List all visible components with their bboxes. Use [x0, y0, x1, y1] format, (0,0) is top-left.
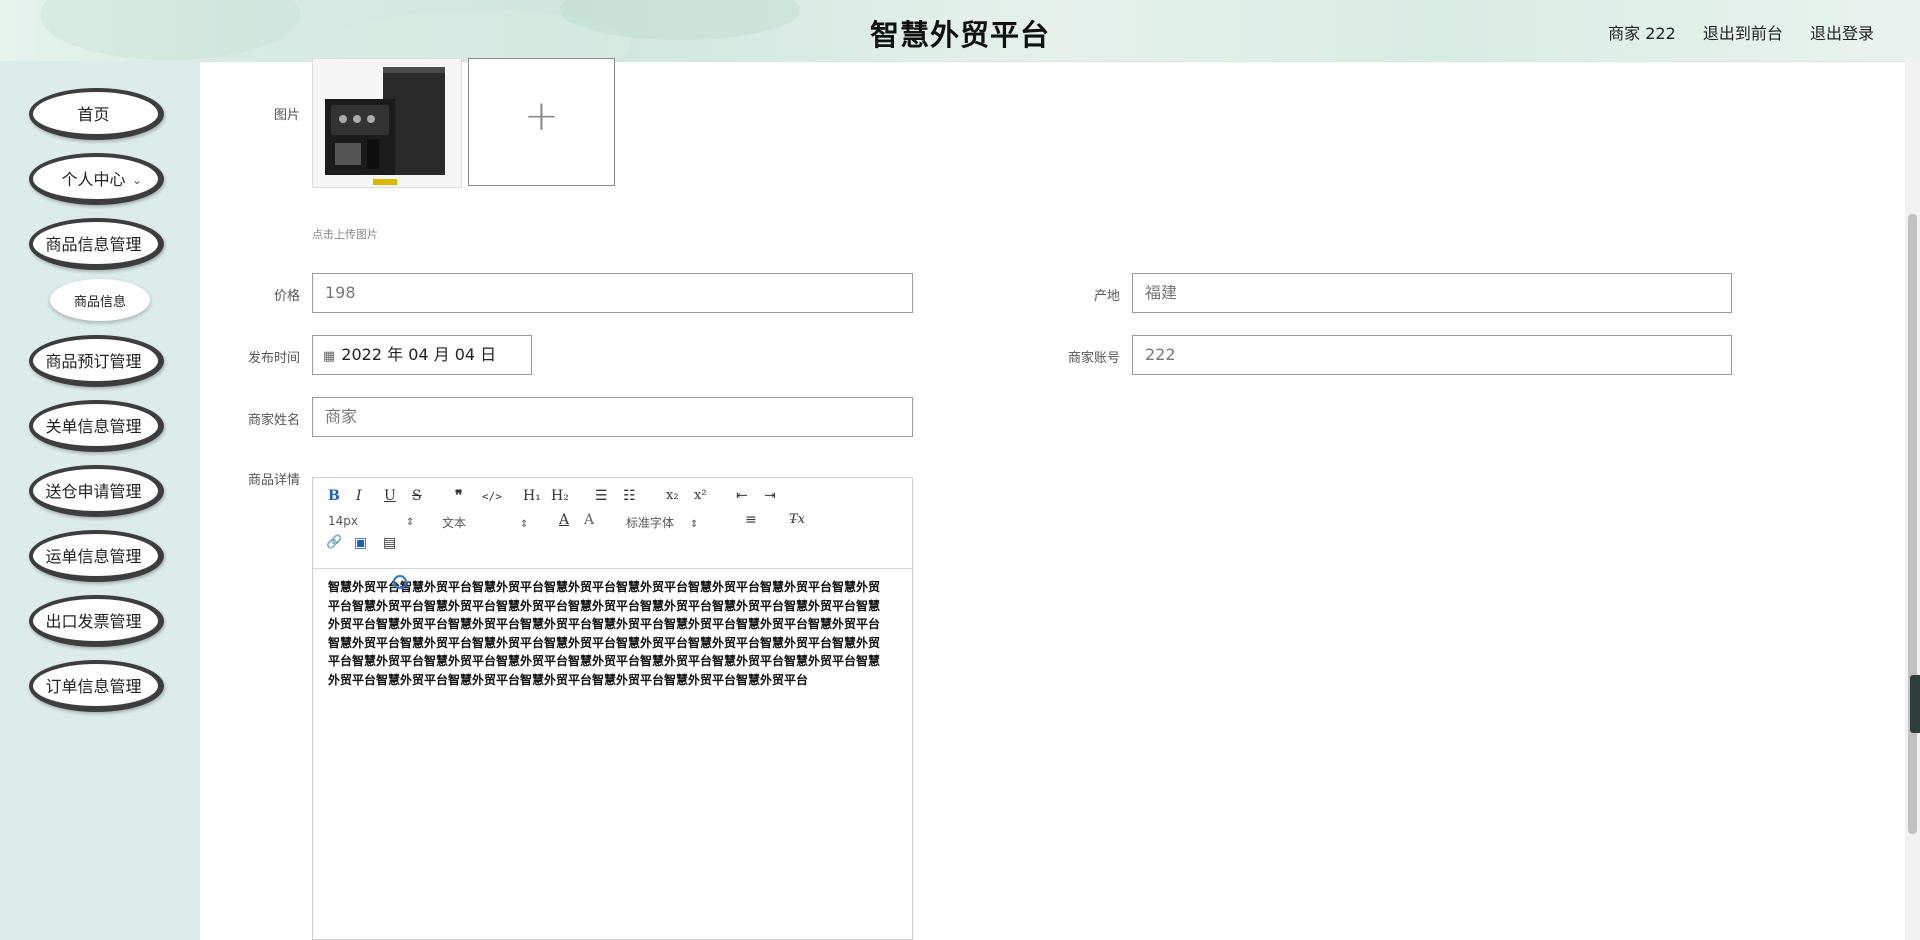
subscript-button[interactable]: x₂: [666, 488, 679, 503]
editor-content[interactable]: 智慧外贸平台智慧外贸平台智慧外贸平台智慧外贸平台智慧外贸平台智慧外贸平台智慧外贸…: [328, 578, 888, 689]
rich-text-editor: B I U S ❞ </> H₁ H₂ ☰ ☷ x₂ x² ⇤ ⇥ 14px ⇕ …: [312, 477, 913, 940]
sidebar-item-waybill-management[interactable]: 运单信息管理: [29, 530, 164, 582]
select-arrow-icon: ⇕: [520, 519, 529, 530]
superscript-button[interactable]: x²: [694, 488, 707, 503]
sidebar-item-personal-center[interactable]: 个人中心 ⌄: [29, 153, 164, 205]
image-insert-icon[interactable]: ▣: [354, 535, 367, 551]
sidebar-item-label: 送仓申请管理: [45, 482, 142, 501]
video-insert-icon[interactable]: ▤: [383, 535, 396, 551]
font-color-button[interactable]: A: [559, 512, 569, 528]
sidebar-item-label: 出口发票管理: [45, 612, 142, 631]
logout-link[interactable]: 退出登录: [1810, 24, 1874, 43]
image-label: 图片: [273, 108, 300, 123]
sidebar-item-home[interactable]: 首页: [29, 88, 164, 140]
product-image[interactable]: [312, 58, 462, 188]
header-user-area: 商家 222 退出到前台 退出登录: [1586, 20, 1874, 44]
sidebar: 首页 个人中心 ⌄ 商品信息管理 商品信息 商品预订管理 关单信息管理 送仓申请…: [0, 61, 200, 940]
page-scrollbar[interactable]: [1905, 61, 1920, 940]
sidebar-item-label: 关单信息管理: [45, 417, 142, 436]
align-button[interactable]: ≡: [745, 512, 757, 528]
price-input[interactable]: 198: [312, 273, 913, 313]
sidebar-item-label: 首页: [77, 105, 110, 124]
select-arrow-icon: ⇕: [690, 519, 699, 530]
price-label: 价格: [273, 289, 300, 304]
underline-button[interactable]: U: [384, 488, 396, 504]
sidebar-item-export-invoice-management[interactable]: 出口发票管理: [29, 595, 164, 647]
publish-time-label: 发布时间: [247, 351, 300, 366]
sidebar-item-product-booking-management[interactable]: 商品预订管理: [29, 335, 164, 387]
sidebar-item-label: 商品信息管理: [45, 235, 142, 254]
background-color-button[interactable]: A: [584, 512, 594, 528]
product-image-graphic: [313, 59, 461, 187]
blockquote-button[interactable]: ❞: [455, 488, 463, 504]
current-user: 商家 222: [1608, 24, 1676, 43]
clean-format-button[interactable]: T̶x: [789, 512, 805, 527]
code-block-button[interactable]: </>: [482, 490, 502, 503]
top-header: 智慧外贸平台 商家 222 退出到前台 退出登录: [0, 0, 1920, 62]
font-family-value: 标准字体: [626, 516, 675, 530]
header-select[interactable]: 文本 ⇕: [442, 514, 528, 531]
merchant-name-input[interactable]: 商家: [312, 397, 913, 437]
editor-toolbar: B I U S ❞ </> H₁ H₂ ☰ ☷ x₂ x² ⇤ ⇥ 14px ⇕ …: [313, 478, 912, 569]
calendar-icon: ▦: [323, 349, 336, 364]
sidebar-item-label: 商品预订管理: [45, 352, 142, 371]
sidebar-subitem-label: 商品信息: [73, 294, 126, 310]
origin-label: 产地: [1093, 289, 1120, 304]
italic-button[interactable]: I: [356, 488, 362, 504]
chevron-down-icon: ⌄: [131, 173, 142, 187]
back-to-front-link[interactable]: 退出到前台: [1703, 24, 1783, 43]
merchant-name-label: 商家姓名: [247, 413, 300, 428]
upload-hint: 点击上传图片: [312, 228, 378, 241]
link-icon[interactable]: 🔗: [326, 535, 342, 550]
image-upload-button[interactable]: +: [468, 58, 615, 186]
sidebar-item-order-management[interactable]: 订单信息管理: [29, 660, 164, 712]
bold-button[interactable]: B: [328, 488, 340, 504]
sidebar-item-product-info-management[interactable]: 商品信息管理: [29, 218, 164, 270]
publish-date-value: 2022 年 04 月 04 日: [341, 345, 497, 364]
scrollbar-thumb[interactable]: [1908, 214, 1917, 834]
strike-button[interactable]: S: [412, 488, 422, 504]
header2-button[interactable]: H₂: [551, 488, 569, 504]
font-size-value: 14px: [328, 514, 358, 528]
header-select-value: 文本: [442, 516, 467, 530]
sidebar-item-label: 个人中心: [61, 170, 126, 189]
sidebar-item-customs-management[interactable]: 关单信息管理: [29, 400, 164, 452]
outdent-button[interactable]: ⇤: [736, 488, 748, 504]
font-family-select[interactable]: 标准字体 ⇕: [626, 514, 698, 531]
font-size-select[interactable]: 14px ⇕: [328, 514, 414, 528]
indent-button[interactable]: ⇥: [764, 488, 776, 504]
product-detail-label: 商品详情: [247, 473, 300, 488]
mouse-cursor-indicator: [393, 575, 407, 589]
header1-button[interactable]: H₁: [523, 488, 541, 504]
ordered-list-button[interactable]: ☰: [595, 488, 608, 504]
select-arrow-icon: ⇕: [406, 517, 415, 528]
publish-date-picker[interactable]: ▦ 2022 年 04 月 04 日: [312, 335, 532, 375]
sidebar-item-label: 订单信息管理: [45, 677, 142, 696]
sidebar-subitem-product-info[interactable]: 商品信息: [50, 279, 150, 321]
merchant-account-input[interactable]: 222: [1132, 335, 1732, 375]
origin-input[interactable]: 福建: [1132, 273, 1732, 313]
bullet-list-button[interactable]: ☷: [623, 488, 636, 504]
sidebar-item-label: 运单信息管理: [45, 547, 142, 566]
side-panel-tab[interactable]: [1910, 675, 1920, 733]
merchant-account-label: 商家账号: [1067, 351, 1120, 366]
plus-icon: +: [523, 91, 560, 140]
sidebar-item-warehouse-request-management[interactable]: 送仓申请管理: [29, 465, 164, 517]
